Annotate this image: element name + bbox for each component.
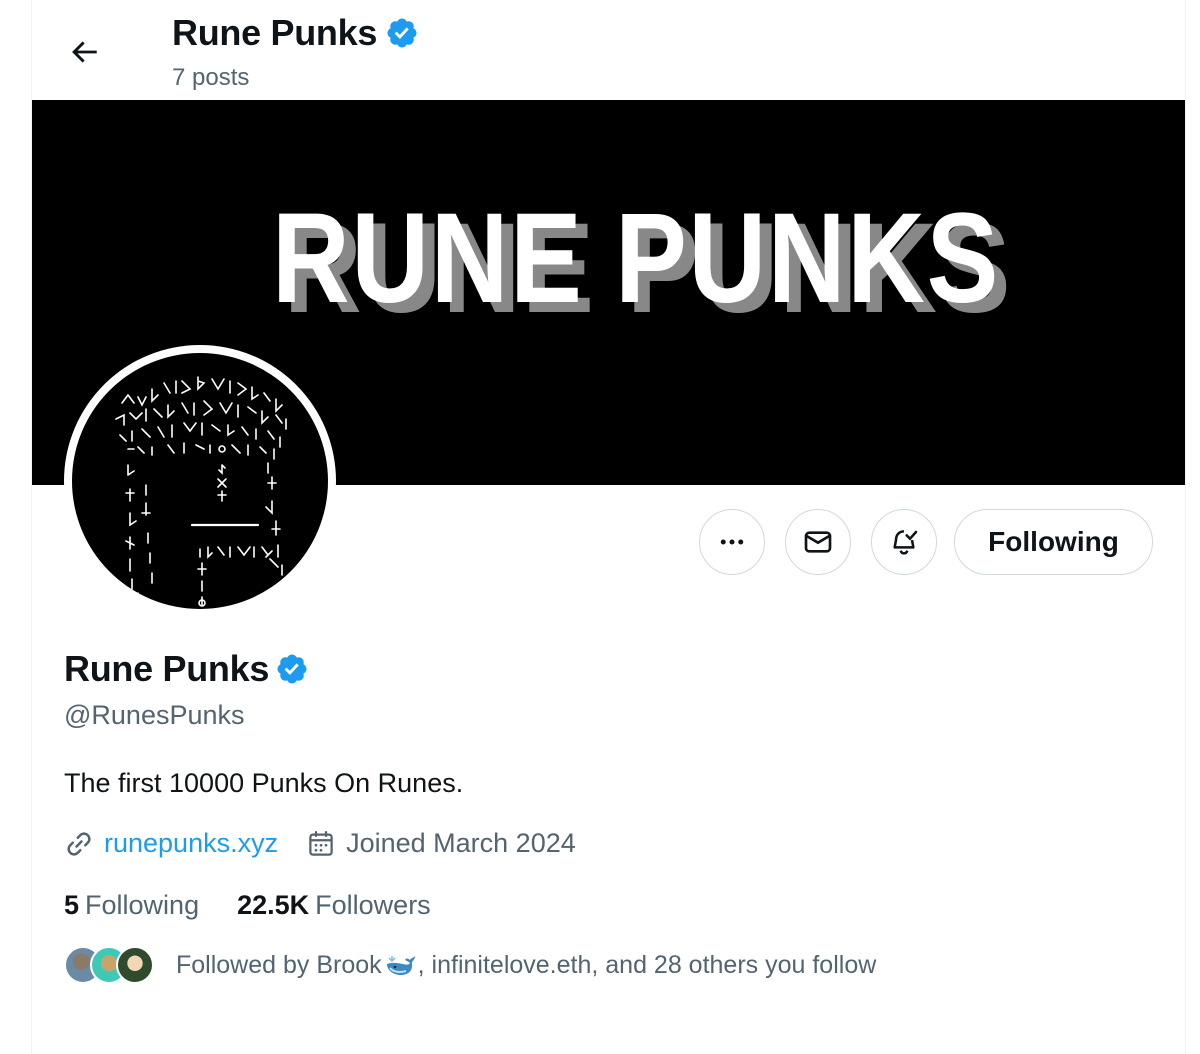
profile-name-text: Rune Punks — [64, 648, 270, 689]
page-title: Rune Punks — [172, 12, 419, 54]
followed-by-text: Followed by Brook , infinitelove.eth, an… — [176, 951, 876, 980]
profile-handle: @RunesPunks — [64, 700, 245, 730]
profile-name: Rune Punks — [64, 648, 309, 690]
followed-by-pre: Followed by Brook — [176, 950, 382, 979]
notifications-button[interactable] — [871, 509, 937, 575]
following-count-link[interactable]: 5 Following — [64, 890, 199, 921]
more-icon — [720, 539, 744, 545]
follower-avatar-3 — [116, 946, 154, 984]
page-title-text: Rune Punks — [172, 12, 378, 53]
message-button[interactable] — [785, 509, 851, 575]
whale-emoji-icon — [386, 956, 415, 975]
more-button[interactable] — [699, 509, 765, 575]
banner-text: RUNE PUNKS — [272, 187, 1000, 330]
following-button[interactable]: Following — [954, 509, 1153, 575]
bell-plus-icon — [893, 530, 918, 555]
join-date: Joined March 2024 — [306, 828, 576, 859]
followers-count-link[interactable]: 22.5K Followers — [237, 890, 431, 921]
following-label: Following — [85, 890, 200, 920]
follow-stats: 5 Following 22.5K Followers — [64, 890, 431, 921]
profile-page: Rune Punks 7 posts RUNE PUNKS RUNE PUNKS — [31, 0, 1186, 1054]
calendar-icon — [309, 830, 333, 856]
mail-icon — [804, 531, 832, 553]
link-icon — [67, 831, 91, 856]
avatar-image — [72, 353, 328, 609]
rune-punk-face-art — [115, 376, 287, 607]
post-count: 7 posts — [172, 64, 250, 91]
followed-by[interactable]: Followed by Brook , infinitelove.eth, an… — [64, 946, 876, 984]
back-arrow-icon — [72, 41, 97, 63]
website-link[interactable]: runepunks.xyz — [104, 828, 278, 859]
verified-badge-icon[interactable] — [275, 652, 309, 686]
profile-avatar[interactable] — [64, 345, 336, 617]
profile-bio: The first 10000 Punks On Runes. — [64, 768, 464, 798]
top-bar: Rune Punks 7 posts — [32, 0, 1185, 100]
profile-meta: runepunks.xyz Joined March 2024 — [64, 828, 576, 859]
followed-by-post: , infinitelove.eth, and 28 others you fo… — [417, 950, 877, 979]
followers-label: Followers — [315, 890, 431, 920]
verified-badge-icon — [387, 18, 417, 48]
following-count: 5 — [64, 890, 80, 920]
back-button[interactable] — [60, 28, 108, 76]
followers-count: 22.5K — [237, 890, 310, 920]
joined-text: Joined March 2024 — [346, 828, 576, 858]
